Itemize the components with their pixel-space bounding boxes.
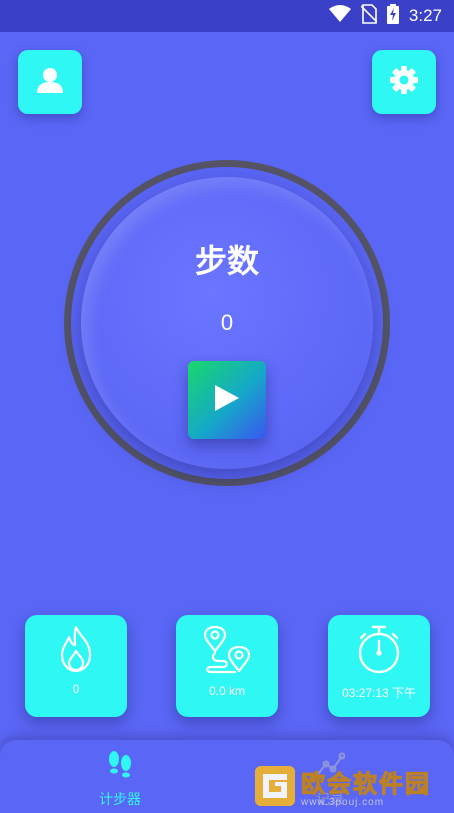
wifi-icon [328,4,351,28]
watermark: 欧会软件园 www.3pouj.com [255,762,450,810]
time-value: 03:27:13 下午 [341,686,417,700]
distance-card: 0.0 km [176,615,278,717]
step-count: 0 [220,310,234,335]
play-icon [213,383,241,418]
route-icon [201,625,253,680]
no-sim-icon [360,3,378,29]
flame-icon [56,625,96,678]
battery-charging-icon [386,3,399,29]
nav-pedometer[interactable]: 计步器 [80,750,160,809]
profile-button[interactable] [18,50,82,114]
footprints-icon [106,750,134,785]
calories-card: 0 [25,615,127,717]
watermark-text: 欧会软件园 [301,770,431,799]
nav-pedometer-label: 计步器 [99,792,141,808]
stopwatch-icon [355,625,403,680]
steps-title: 步数 [194,242,259,280]
settings-button[interactable] [372,50,436,114]
start-button[interactable] [188,361,266,439]
gear-icon [389,65,419,100]
calories-value: 0 [72,682,80,696]
time-card: 03:27:13 下午 [328,615,430,717]
watermark-url: www.3pouj.com [301,797,385,808]
status-bar: 3:27 [0,0,454,32]
status-time: 3:27 [408,6,442,25]
person-icon [35,65,65,100]
watermark-logo-icon [255,766,295,806]
distance-value: 0.0 km [208,684,245,698]
